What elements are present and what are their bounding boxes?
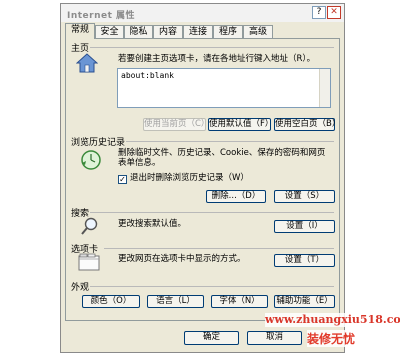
tab-connections[interactable]: 连接 (183, 25, 213, 38)
tabs-divider (104, 248, 334, 249)
search-settings-button[interactable]: 设置（I） (274, 220, 335, 233)
appearance-section-label: 外观 (71, 283, 90, 293)
homepage-url-field[interactable]: about:blank (117, 68, 331, 108)
close-button[interactable]: ✕ (327, 6, 341, 19)
search-description: 更改搜索默认值。 (118, 219, 187, 229)
ok-button[interactable]: 确定 (184, 331, 239, 345)
history-description-line2: 表单信息。 (118, 158, 161, 168)
watermark-url: www.zhuangxiu518.com (265, 313, 400, 327)
tab-advanced[interactable]: 高级 (243, 25, 273, 38)
colors-button[interactable]: 颜色（O） (82, 295, 140, 308)
fonts-button[interactable]: 字体（N） (211, 295, 268, 308)
delete-on-exit-checkbox[interactable]: ✓ (118, 175, 127, 184)
use-current-button[interactable]: 使用当前页（C） (143, 118, 209, 131)
title-bar[interactable]: Internet 属性 ? ✕ (61, 4, 344, 22)
languages-button[interactable]: 语言（L） (147, 295, 204, 308)
tabs-settings-button[interactable]: 设置（T） (274, 254, 335, 267)
tab-content[interactable]: 内容 (153, 25, 183, 38)
help-button[interactable]: ? (312, 6, 326, 19)
use-default-button[interactable]: 使用默认值（F） (208, 118, 273, 131)
delete-on-exit-label: 退出时删除浏览历史记录（W） (130, 173, 249, 183)
window-title: Internet 属性 (67, 11, 136, 21)
tab-security[interactable]: 安全 (95, 25, 124, 38)
home-description: 若要创建主页选项卡，请在各地址行键入地址（R）。 (118, 54, 316, 64)
watermark-brand: 装修无忧 (307, 330, 356, 347)
search-magnifier-icon (80, 216, 100, 236)
use-blank-button[interactable]: 使用空白页（B） (274, 118, 340, 131)
internet-options-dialog: Internet 属性 ? ✕ 常规 安全 隐私 内容 连接 程序 高级 主页 … (60, 3, 345, 353)
url-scrollbar[interactable] (319, 69, 330, 107)
tab-privacy[interactable]: 隐私 (124, 25, 153, 38)
tabbed-window-icon (78, 253, 100, 271)
search-divider (90, 212, 334, 213)
appearance-divider (90, 286, 334, 287)
accessibility-button[interactable]: 辅助功能（E） (274, 295, 335, 308)
tab-programs[interactable]: 程序 (213, 25, 243, 38)
delete-history-button[interactable]: 删除...（D） (206, 190, 266, 203)
cancel-button[interactable]: 取消 (247, 331, 302, 345)
history-clock-icon (80, 149, 102, 171)
homepage-url-value: about:blank (121, 71, 174, 80)
tab-general[interactable]: 常规 (65, 23, 95, 39)
history-section-label: 浏览历史记录 (71, 138, 126, 148)
home-divider (90, 47, 334, 48)
history-divider (126, 141, 334, 142)
tabs-description: 更改网页在选项卡中显示的方式。 (118, 254, 246, 264)
history-settings-button[interactable]: 设置（S） (274, 190, 335, 203)
home-icon (75, 53, 99, 73)
general-panel: 主页 若要创建主页选项卡，请在各地址行键入地址（R）。 about:blank … (65, 38, 340, 321)
